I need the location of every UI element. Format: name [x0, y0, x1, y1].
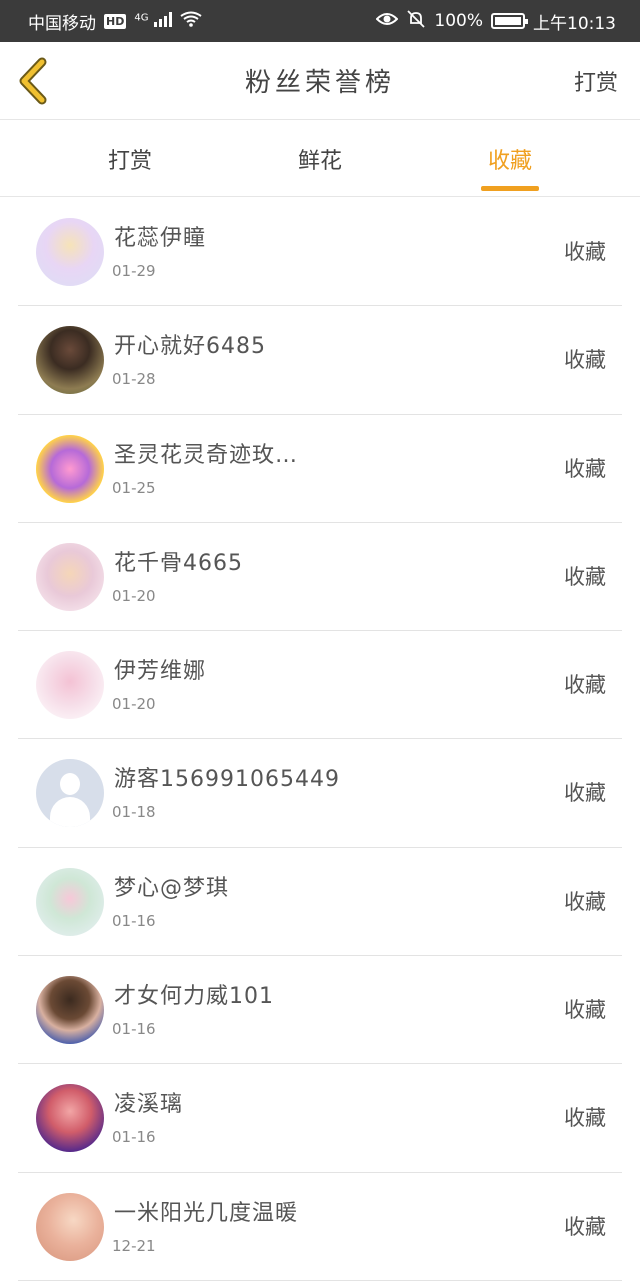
action-tag: 收藏 — [564, 889, 606, 914]
hd-badge: HD — [104, 13, 127, 29]
list-item[interactable]: 花蕊伊瞳 01-29 收藏 — [18, 198, 622, 307]
list-item[interactable]: 伊芳维娜 01-20 收藏 — [18, 631, 622, 740]
fan-name: 才女何力威101 — [114, 984, 274, 1010]
list-item[interactable]: 花千骨4665 01-20 收藏 — [18, 523, 622, 632]
list-item[interactable]: 才女何力威101 01-16 收藏 — [18, 956, 622, 1065]
nav-bar: 粉丝荣誉榜 打赏 — [0, 42, 640, 120]
tab-favorites[interactable]: 收藏 — [450, 121, 570, 197]
clock: 上午10:13 — [533, 13, 616, 34]
fan-list: 花蕊伊瞳 01-29 收藏 开心就好6485 01-28 收藏 圣灵花灵奇迹玫…… — [0, 198, 640, 1281]
signal-icon: 4G — [134, 11, 172, 32]
avatar — [36, 976, 104, 1045]
action-tag: 收藏 — [564, 564, 606, 589]
status-bar: 中国移动 HD 4G 100% 上午10:13 — [0, 0, 640, 42]
fan-name: 圣灵花灵奇迹玫… — [114, 442, 299, 468]
fan-date: 01-25 — [112, 478, 156, 497]
fan-date: 01-18 — [112, 803, 156, 822]
action-tag: 收藏 — [564, 998, 606, 1023]
action-tag: 收藏 — [564, 1106, 606, 1131]
fan-name: 伊芳维娜 — [114, 659, 207, 685]
fan-date: 01-28 — [112, 370, 156, 389]
fan-name: 开心就好6485 — [114, 334, 266, 360]
fan-date: 01-16 — [112, 911, 156, 930]
action-tag: 收藏 — [564, 781, 606, 806]
avatar — [36, 542, 104, 611]
action-tag: 收藏 — [564, 456, 606, 481]
avatar — [36, 651, 104, 720]
active-tab-indicator — [481, 186, 539, 191]
carrier-label: 中国移动 — [28, 13, 96, 34]
fan-name: 凌溪璃 — [114, 1092, 184, 1118]
fan-name: 游客156991065449 — [114, 767, 340, 793]
default-avatar-icon — [36, 759, 104, 828]
fan-name: 梦心@梦琪 — [114, 875, 230, 901]
fan-date: 01-20 — [112, 695, 156, 714]
list-item[interactable]: 一米阳光几度温暖 12-21 收藏 — [18, 1173, 622, 1281]
fan-date: 01-20 — [112, 586, 156, 605]
battery-icon — [491, 13, 528, 29]
fan-name: 花蕊伊瞳 — [114, 226, 207, 251]
action-tag: 收藏 — [564, 348, 606, 373]
action-tag: 收藏 — [564, 240, 606, 264]
fan-name: 一米阳光几度温暖 — [114, 1200, 299, 1226]
avatar — [36, 867, 104, 936]
tab-label: 收藏 — [487, 149, 532, 174]
wifi-icon — [180, 11, 202, 32]
reward-button[interactable]: 打赏 — [574, 65, 618, 97]
action-tag: 收藏 — [564, 673, 606, 698]
fan-date: 12-21 — [112, 1236, 156, 1255]
tab-bar: 打赏 鲜花 收藏 — [0, 121, 640, 197]
fan-name: 花千骨4665 — [114, 550, 243, 576]
avatar — [36, 218, 104, 286]
page-title: 粉丝荣誉榜 — [244, 68, 395, 98]
fan-date: 01-16 — [112, 1128, 156, 1147]
action-tag: 收藏 — [564, 1214, 606, 1239]
fan-date: 01-29 — [112, 262, 156, 280]
battery-percent: 100% — [434, 11, 483, 31]
status-right: 100% 上午10:13 — [375, 9, 616, 34]
tab-reward[interactable]: 打赏 — [70, 121, 190, 197]
back-chevron-icon[interactable] — [14, 56, 58, 106]
fan-date: 01-16 — [112, 1020, 156, 1039]
list-item[interactable]: 梦心@梦琪 01-16 收藏 — [18, 848, 622, 957]
list-item[interactable]: 开心就好6485 01-28 收藏 — [18, 306, 622, 415]
status-left: 中国移动 HD 4G — [28, 9, 202, 34]
avatar — [36, 326, 104, 395]
eye-icon — [375, 11, 399, 32]
tab-label: 鲜花 — [297, 149, 342, 174]
list-item[interactable]: 游客156991065449 01-18 收藏 — [18, 739, 622, 848]
avatar — [36, 1192, 104, 1261]
list-item[interactable]: 凌溪璃 01-16 收藏 — [18, 1064, 622, 1173]
list-item[interactable]: 圣灵花灵奇迹玫… 01-25 收藏 — [18, 415, 622, 523]
tab-flowers[interactable]: 鲜花 — [260, 121, 380, 197]
avatar — [36, 1084, 104, 1153]
avatar — [36, 434, 104, 503]
tab-label: 打赏 — [107, 149, 152, 174]
mute-bell-icon — [406, 9, 426, 33]
